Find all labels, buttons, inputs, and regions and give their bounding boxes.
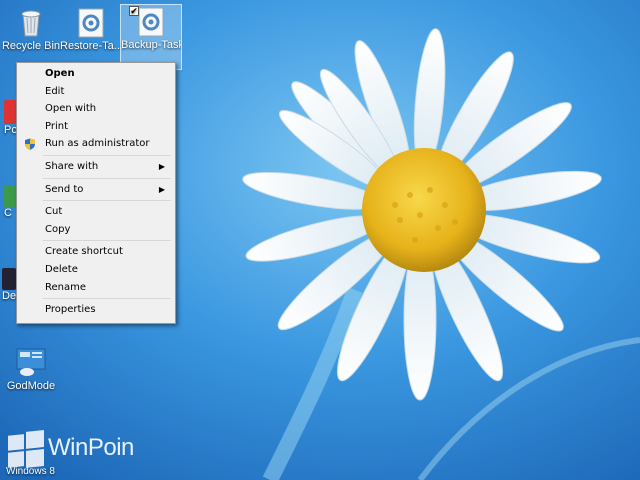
desktop-icon-label: GodMode bbox=[6, 380, 56, 392]
green-app-icon bbox=[4, 185, 16, 207]
menu-item-run-as-administrator[interactable]: Run as administrator bbox=[19, 135, 173, 153]
menu-item-label: Send to bbox=[45, 183, 84, 195]
menu-item-create-shortcut[interactable]: Create shortcut bbox=[19, 243, 173, 261]
task-gear-icon bbox=[78, 8, 104, 38]
menu-separator bbox=[43, 154, 171, 156]
uac-shield-icon bbox=[25, 138, 35, 151]
windows-logo-icon bbox=[8, 430, 44, 468]
menu-separator bbox=[43, 298, 171, 300]
menu-item-label: Share with bbox=[45, 160, 99, 172]
menu-separator bbox=[43, 240, 171, 242]
menu-separator bbox=[43, 177, 171, 179]
desktop-icon-partial[interactable]: C bbox=[4, 185, 16, 219]
menu-item-open-with[interactable]: Open with bbox=[19, 100, 173, 118]
menu-item-cut[interactable]: Cut bbox=[19, 203, 173, 221]
desktop-icon-restore-task[interactable]: Restore-Ta... bbox=[60, 6, 122, 53]
context-menu: Open Edit Open with Print Run as adminis… bbox=[16, 62, 176, 324]
desktop-icon-label: Backup-Task bbox=[121, 39, 181, 51]
menu-item-copy[interactable]: Copy bbox=[19, 221, 173, 239]
menu-item-rename[interactable]: Rename bbox=[19, 279, 173, 297]
menu-item-share-with[interactable]: Share with ▶ bbox=[19, 158, 173, 176]
desktop-icon-label-windows8: Windows 8 bbox=[6, 466, 55, 477]
menu-item-properties[interactable]: Properties bbox=[19, 301, 173, 319]
desktop-icon-label: C bbox=[4, 207, 12, 219]
desktop-icon-label: Restore-Ta... bbox=[60, 40, 122, 52]
menu-item-label: Run as administrator bbox=[45, 138, 150, 150]
submenu-arrow-icon: ▶ bbox=[158, 161, 165, 171]
desktop-icon-recycle-bin[interactable]: Recycle Bin bbox=[0, 6, 62, 53]
desktop-icon-backup-task[interactable]: ✔ Backup-Task bbox=[120, 4, 182, 70]
selection-checkbox-icon[interactable]: ✔ bbox=[129, 6, 139, 16]
submenu-arrow-icon: ▶ bbox=[158, 184, 165, 194]
dark-app-icon bbox=[2, 268, 16, 290]
menu-item-open[interactable]: Open bbox=[19, 65, 173, 83]
menu-item-send-to[interactable]: Send to ▶ bbox=[19, 181, 173, 199]
desktop-icon-label: Recycle Bin bbox=[1, 40, 61, 52]
menu-item-edit[interactable]: Edit bbox=[19, 83, 173, 101]
desktop-icon-godmode[interactable]: GodMode bbox=[0, 346, 62, 393]
watermark-brand: WinPoin bbox=[48, 434, 134, 461]
menu-item-print[interactable]: Print bbox=[19, 118, 173, 136]
red-app-icon bbox=[4, 100, 16, 124]
control-panel-icon bbox=[16, 348, 46, 376]
task-gear-icon bbox=[138, 7, 164, 37]
menu-item-delete[interactable]: Delete bbox=[19, 261, 173, 279]
recycle-bin-icon bbox=[21, 10, 41, 37]
menu-separator bbox=[43, 200, 171, 202]
